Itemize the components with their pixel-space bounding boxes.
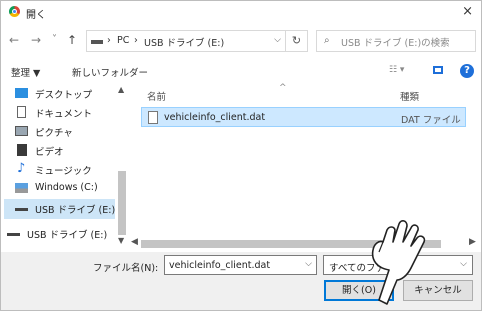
up-arrow-icon[interactable]: ↑ xyxy=(67,33,77,47)
sidebar-item-label: ピクチャ xyxy=(35,128,73,139)
breadcrumb-usb-drive[interactable]: USB ドライブ (E:) xyxy=(144,35,224,49)
breadcrumb-separator: › xyxy=(134,35,138,46)
open-file-dialog: 開く × ← → ˅ ↑ › PC › USB ドライブ (E:) ⌵ ↻ ⌕ … xyxy=(0,0,482,311)
usb-drive-icon xyxy=(15,208,28,211)
navigation-pane: デスクトップ ドキュメント ピクチャ ビデオ ♪ ミュージック Windows … xyxy=(1,85,129,251)
sidebar-item-label: デスクトップ xyxy=(35,90,93,101)
sidebar-item-label: ドキュメント xyxy=(35,109,93,120)
desktop-icon xyxy=(15,88,28,98)
filename-label: ファイル名(N): xyxy=(93,263,159,274)
usb-drive-icon xyxy=(7,233,20,236)
help-icon[interactable]: ? xyxy=(460,64,474,78)
chrome-icon xyxy=(9,6,20,17)
document-icon xyxy=(17,106,26,118)
back-arrow-icon[interactable]: ← xyxy=(9,33,19,47)
sidebar-item-label: USB ドライブ (E:) xyxy=(27,230,108,241)
music-icon: ♪ xyxy=(17,161,26,176)
column-header-name[interactable]: 名前 xyxy=(147,89,166,103)
preview-pane-icon[interactable] xyxy=(433,66,443,74)
filename-value: vehicleinfo_client.dat xyxy=(169,260,271,271)
new-folder-button[interactable]: 新しいフォルダー xyxy=(72,65,148,79)
sort-ascending-icon: ^ xyxy=(279,83,287,93)
breadcrumb-separator: › xyxy=(107,35,111,46)
filename-input[interactable]: vehicleinfo_client.dat ⌵ xyxy=(164,255,317,275)
forward-arrow-icon[interactable]: → xyxy=(31,33,41,47)
navigation-bar: ← → ˅ ↑ › PC › USB ドライブ (E:) ⌵ ↻ ⌕ USB ド… xyxy=(1,25,481,57)
recent-locations-icon[interactable]: ˅ xyxy=(52,34,57,45)
scroll-up-icon[interactable]: ▲ xyxy=(118,85,124,94)
sidebar-scrollbar[interactable]: ▲ ▼ xyxy=(116,85,128,245)
chevron-down-icon[interactable]: ⌵ xyxy=(305,259,312,269)
drive-icon xyxy=(91,40,103,44)
refresh-button[interactable]: ↻ xyxy=(286,30,308,52)
chevron-down-icon: ⌵ xyxy=(460,259,467,269)
sidebar-item-label: ビデオ xyxy=(35,147,64,158)
view-options-icon[interactable]: ☷ ▾ xyxy=(389,65,404,75)
search-input[interactable]: ⌕ USB ドライブ (E:)の検索 xyxy=(316,30,476,52)
breadcrumb-pc[interactable]: PC xyxy=(117,35,129,46)
file-row[interactable]: vehicleinfo_client.dat DAT ファイル xyxy=(141,107,466,127)
search-placeholder: USB ドライブ (E:)の検索 xyxy=(341,38,450,49)
scroll-left-icon[interactable]: ◀ xyxy=(131,237,138,247)
command-bar: 整理 ▼ 新しいフォルダー ☷ ▾ ? xyxy=(1,59,481,83)
video-icon xyxy=(17,144,27,156)
file-name: vehicleinfo_client.dat xyxy=(164,112,266,123)
organize-menu[interactable]: 整理 ▼ xyxy=(11,65,40,79)
picture-icon xyxy=(15,126,28,136)
chevron-down-icon[interactable]: ⌵ xyxy=(274,35,281,45)
pointing-hand-icon xyxy=(371,220,426,305)
scroll-right-icon[interactable]: ▶ xyxy=(469,237,476,247)
scroll-down-icon[interactable]: ▼ xyxy=(118,236,124,245)
disk-icon xyxy=(15,183,28,193)
sidebar-item-label: Windows (C:) xyxy=(35,182,98,193)
file-icon xyxy=(148,111,158,124)
column-header-type[interactable]: 種類 xyxy=(400,89,419,103)
address-bar[interactable]: › PC › USB ドライブ (E:) ⌵ xyxy=(86,30,286,52)
sidebar-item-label: ミュージック xyxy=(35,166,92,177)
close-icon[interactable]: × xyxy=(462,4,473,19)
search-icon: ⌕ xyxy=(324,35,330,46)
window-title: 開く xyxy=(26,10,46,21)
scrollbar-thumb[interactable] xyxy=(118,171,126,235)
title-bar: 開く × xyxy=(1,1,481,23)
file-type: DAT ファイル xyxy=(401,115,461,126)
sidebar-item-label: USB ドライブ (E:) xyxy=(35,205,116,216)
